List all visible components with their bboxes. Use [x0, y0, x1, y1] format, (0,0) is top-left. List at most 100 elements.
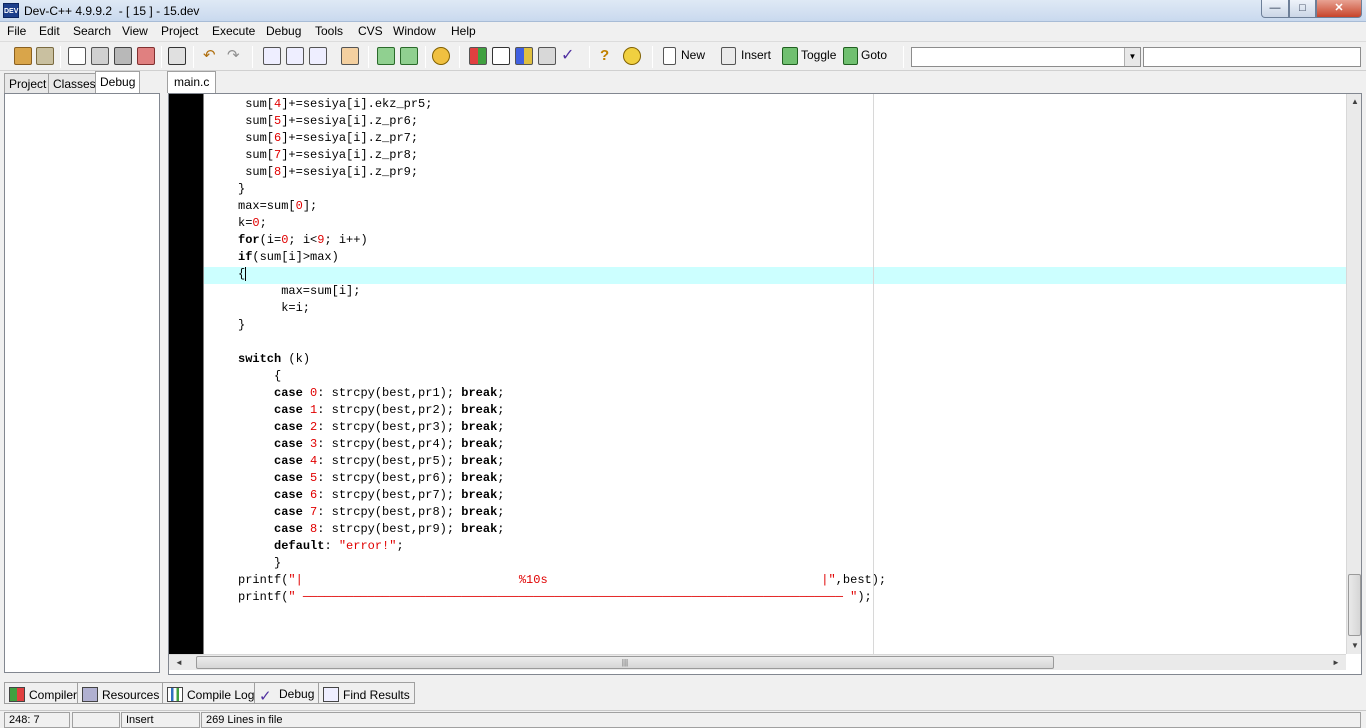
toggle-bookmark-icon[interactable]: [782, 47, 798, 65]
tab-resources[interactable]: Resources: [77, 682, 165, 704]
tab-classes[interactable]: Classes: [48, 73, 101, 93]
scroll-left-icon[interactable]: ◄: [171, 655, 187, 671]
code-line[interactable]: }: [238, 317, 245, 334]
check-syntax-icon[interactable]: ✓: [561, 47, 579, 65]
code-line[interactable]: {: [238, 368, 281, 385]
chevron-down-icon[interactable]: ▼: [1124, 48, 1140, 66]
run-icon[interactable]: [492, 47, 510, 65]
maximize-button[interactable]: □: [1289, 0, 1316, 18]
horizontal-scrollbar[interactable]: ◄ ||| ►: [169, 654, 1346, 670]
code-line[interactable]: printf(" ───────────────────────────────…: [238, 589, 872, 606]
tab-project[interactable]: Project: [4, 73, 52, 93]
code-line[interactable]: sum[7]+=sesiya[i].z_pr8;: [238, 147, 418, 164]
code-line[interactable]: sum[8]+=sesiya[i].z_pr9;: [238, 164, 418, 181]
find-icon[interactable]: [263, 47, 281, 65]
toggle-button[interactable]: Toggle: [801, 48, 836, 62]
insert-icon[interactable]: [721, 47, 736, 65]
code-line[interactable]: k=i;: [238, 300, 310, 317]
tab-resources-label: Resources: [102, 688, 160, 702]
code-line[interactable]: case 0: strcpy(best,pr1); break;: [238, 385, 504, 402]
right-margin-line: [873, 94, 874, 654]
code-line[interactable]: sum[4]+=sesiya[i].ekz_pr5;: [238, 96, 432, 113]
code-line[interactable]: k=0;: [238, 215, 267, 232]
add-to-project-icon[interactable]: [377, 47, 395, 65]
code-line[interactable]: sum[5]+=sesiya[i].z_pr6;: [238, 113, 418, 130]
horizontal-scroll-thumb[interactable]: |||: [196, 656, 1054, 669]
code-line[interactable]: case 5: strcpy(best,pr6); break;: [238, 470, 504, 487]
menu-execute[interactable]: Execute: [212, 24, 255, 38]
goto-button[interactable]: Goto: [861, 48, 887, 62]
code-line[interactable]: {: [238, 266, 245, 283]
save-all-icon[interactable]: [114, 47, 132, 65]
find-next-icon[interactable]: [309, 47, 327, 65]
close-button[interactable]: ✕: [1316, 0, 1362, 18]
code-line[interactable]: case 7: strcpy(best,pr8); break;: [238, 504, 504, 521]
code-line[interactable]: default: "error!";: [238, 538, 404, 555]
close-project-icon[interactable]: [36, 47, 54, 65]
undo-icon[interactable]: ↶: [203, 47, 221, 65]
scroll-right-icon[interactable]: ►: [1328, 655, 1344, 671]
menu-search[interactable]: Search: [73, 24, 111, 38]
code-line[interactable]: case 1: strcpy(best,pr2); break;: [238, 402, 504, 419]
tab-compile-log[interactable]: Compile Log: [162, 682, 260, 704]
code-line[interactable]: case 8: strcpy(best,pr9); break;: [238, 521, 504, 538]
tab-compiler[interactable]: Compiler: [4, 682, 83, 704]
code-line[interactable]: max=sum[0];: [238, 198, 317, 215]
code-line[interactable]: case 2: strcpy(best,pr3); break;: [238, 419, 504, 436]
code-line[interactable]: }: [238, 555, 281, 572]
rebuild-all-icon[interactable]: [538, 47, 556, 65]
menu-edit[interactable]: Edit: [39, 24, 60, 38]
tab-debug-bottom[interactable]: ✓ Debug: [254, 682, 320, 704]
tab-debug[interactable]: Debug: [95, 71, 141, 94]
code-line[interactable]: sum[6]+=sesiya[i].z_pr7;: [238, 130, 418, 147]
about-icon[interactable]: [623, 47, 641, 65]
remove-from-project-icon[interactable]: [400, 47, 418, 65]
open-project-icon[interactable]: [14, 47, 32, 65]
menu-cvs[interactable]: CVS: [358, 24, 383, 38]
code-line[interactable]: switch (k): [238, 351, 310, 368]
member-combo[interactable]: [1143, 47, 1361, 67]
new-button[interactable]: New: [681, 48, 705, 62]
scroll-down-icon[interactable]: ▼: [1347, 638, 1361, 654]
code-area[interactable]: sum[4]+=sesiya[i].ekz_pr5; sum[5]+=sesiy…: [204, 94, 1346, 654]
dev-cpp-app-icon[interactable]: DEV: [3, 3, 19, 18]
code-line[interactable]: max=sum[i];: [238, 283, 360, 300]
compile-icon[interactable]: [469, 47, 487, 65]
code-line[interactable]: if(sum[i]>max): [238, 249, 339, 266]
goto-bookmark-icon[interactable]: [843, 47, 858, 65]
vertical-scroll-thumb[interactable]: [1348, 574, 1361, 636]
menu-help[interactable]: Help: [451, 24, 476, 38]
compile-run-icon[interactable]: [515, 47, 533, 65]
scroll-up-icon[interactable]: ▲: [1347, 94, 1361, 110]
close-file-icon[interactable]: [137, 47, 155, 65]
insert-button[interactable]: Insert: [741, 48, 771, 62]
code-line[interactable]: for(i=0; i<9; i++): [238, 232, 368, 249]
editor-gutter[interactable]: [169, 94, 203, 654]
code-line[interactable]: case 3: strcpy(best,pr4); break;: [238, 436, 504, 453]
vertical-scrollbar[interactable]: ▲ ▼: [1346, 94, 1361, 654]
menu-view[interactable]: View: [122, 24, 148, 38]
goto-line-icon[interactable]: [341, 47, 359, 65]
new-file-icon[interactable]: [68, 47, 86, 65]
tab-main-c[interactable]: main.c: [167, 71, 217, 93]
redo-icon[interactable]: ↷: [227, 47, 245, 65]
help-icon[interactable]: ?: [600, 47, 618, 65]
menu-project[interactable]: Project: [161, 24, 198, 38]
code-line[interactable]: }: [238, 181, 245, 198]
code-line[interactable]: case 6: strcpy(best,pr7); break;: [238, 487, 504, 504]
code-line[interactable]: printf("| %10s |",best);: [238, 572, 886, 589]
project-options-icon[interactable]: [432, 47, 450, 65]
tab-find-results[interactable]: Find Results: [318, 682, 415, 704]
save-icon[interactable]: [91, 47, 109, 65]
menu-debug[interactable]: Debug: [266, 24, 301, 38]
menu-tools[interactable]: Tools: [315, 24, 343, 38]
print-icon[interactable]: [168, 47, 186, 65]
new-class-icon[interactable]: [663, 47, 676, 65]
menu-window[interactable]: Window: [393, 24, 436, 38]
class-combo[interactable]: ▼: [911, 47, 1141, 67]
menu-file[interactable]: File: [7, 24, 26, 38]
replace-icon[interactable]: [286, 47, 304, 65]
code-editor[interactable]: sum[4]+=sesiya[i].ekz_pr5; sum[5]+=sesiy…: [168, 93, 1362, 675]
minimize-button[interactable]: —: [1261, 0, 1289, 18]
code-line[interactable]: case 4: strcpy(best,pr5); break;: [238, 453, 504, 470]
